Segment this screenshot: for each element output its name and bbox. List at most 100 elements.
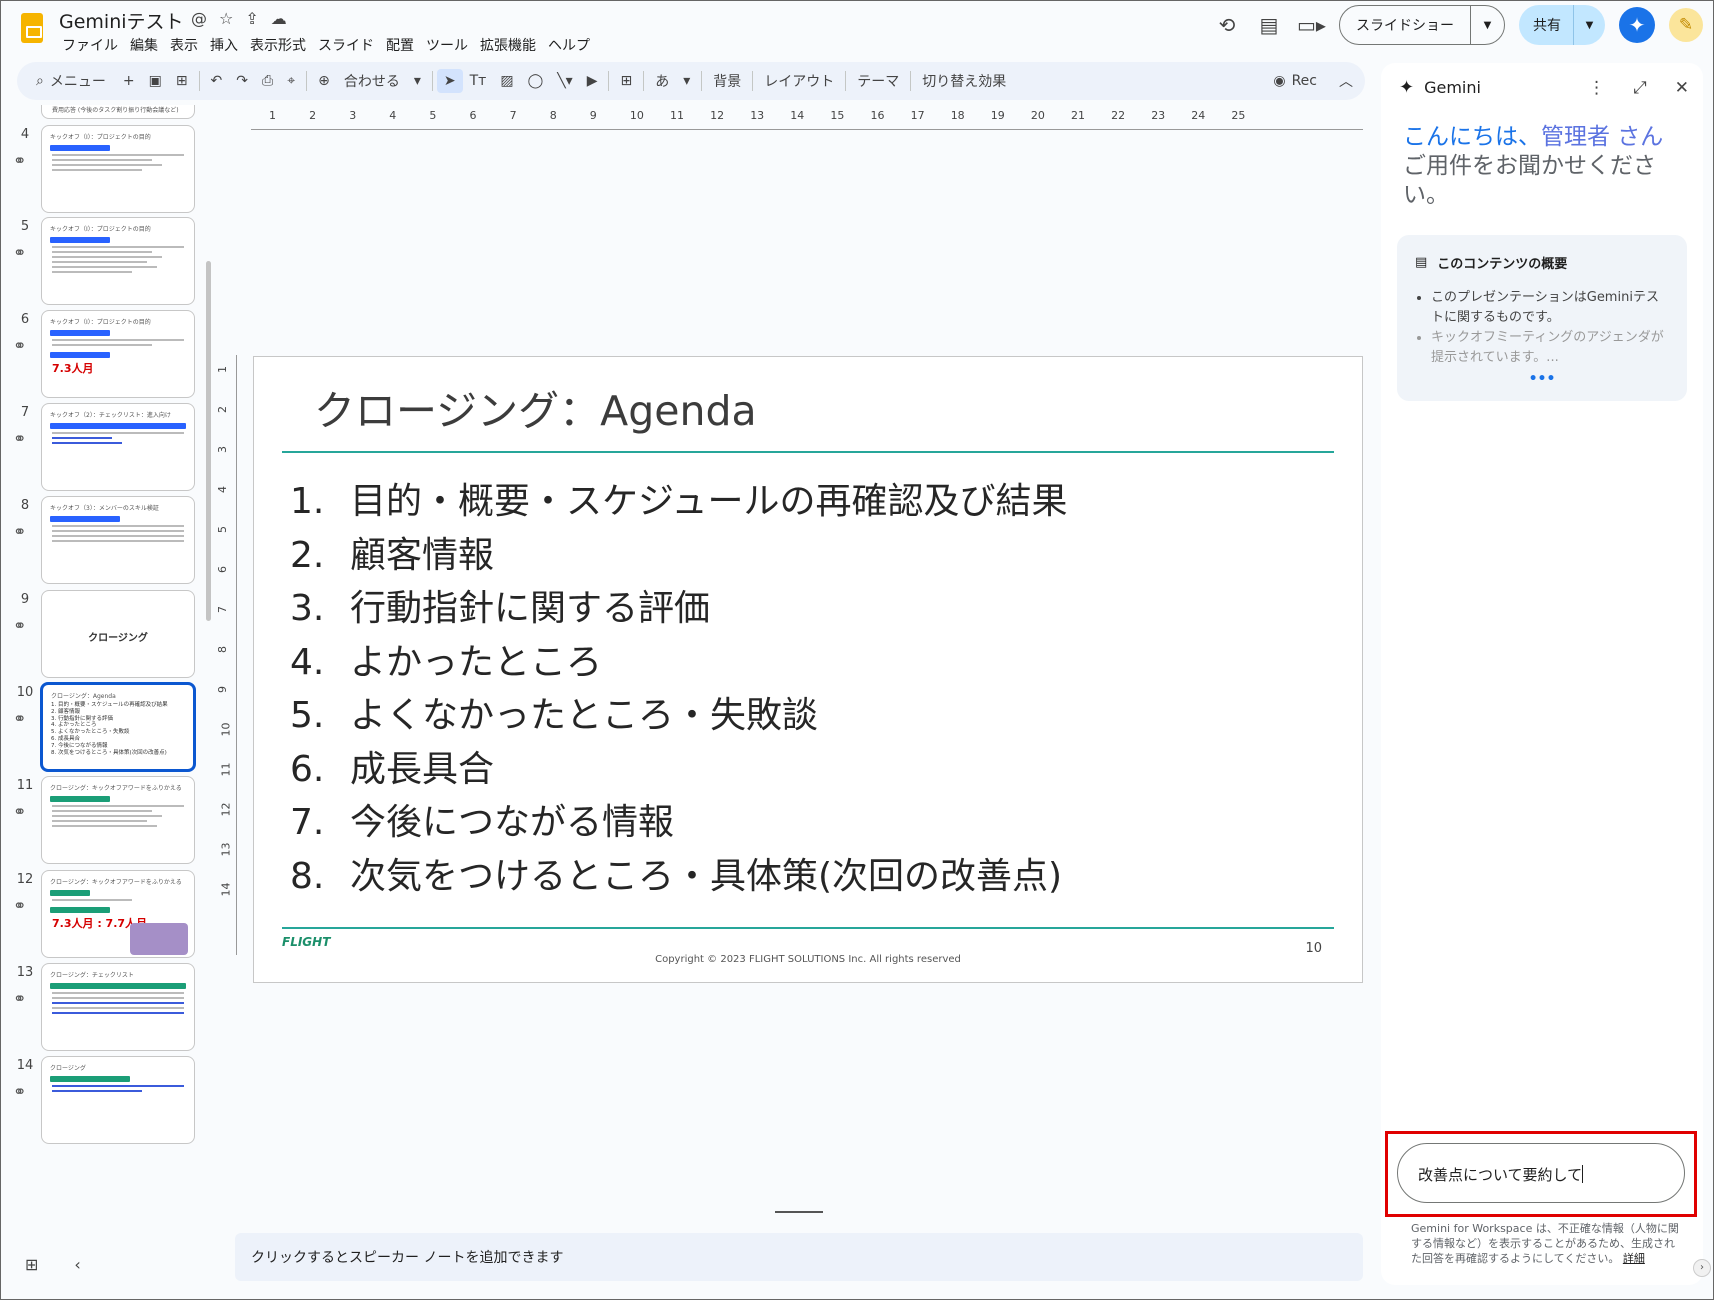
zoom-icon[interactable]: ⊕: [311, 73, 337, 89]
slide-row-13: 13 ⚭ クロージング：チェックリスト: [1, 963, 211, 1055]
thumb-title: クロージング: [88, 633, 148, 644]
more-options-icon[interactable]: ⋮: [1588, 78, 1605, 98]
rec-button[interactable]: ◉ Rec: [1273, 73, 1317, 89]
paint-format-icon[interactable]: ⌖: [280, 73, 302, 89]
summary-list: このプレゼンテーションはGeminiテストに関するものです。 キックオフミーティ…: [1415, 288, 1669, 368]
star-icon[interactable]: ☆: [219, 9, 233, 28]
menu-extensions[interactable]: 拡張機能: [477, 35, 545, 55]
slide-thumbnail[interactable]: クロージング：チェックリスト: [41, 963, 195, 1051]
content-summary-card[interactable]: ▤ このコンテンツの概要 このプレゼンテーションはGeminiテストに関するもの…: [1397, 235, 1687, 401]
summary-more-button[interactable]: •••: [1397, 371, 1687, 387]
slide-title[interactable]: クロージング：Agenda: [314, 377, 757, 437]
slide-number: 7: [20, 405, 30, 420]
text-box-icon[interactable]: Tт: [463, 73, 494, 89]
history-icon[interactable]: ⟲: [1213, 13, 1241, 37]
slide-thumbnail[interactable]: キックオフ（I）：プロジェクトの目的: [41, 125, 195, 213]
menu-arrange[interactable]: 配置: [383, 35, 423, 55]
print-icon[interactable]: ⎙: [255, 73, 280, 89]
slideshow-button[interactable]: スライドショー ▼: [1339, 5, 1505, 45]
agenda-item: 2. 顧客情報: [290, 529, 1067, 583]
agenda-item: 6. 成長具合: [290, 743, 1067, 797]
cloud-status-icon[interactable]: ☁: [271, 9, 287, 28]
divider: [431, 71, 433, 91]
slides-logo[interactable]: [21, 13, 43, 43]
share-label: 共有: [1533, 18, 1561, 34]
summary-item: このプレゼンテーションはGeminiテストに関するものです。: [1431, 288, 1669, 328]
slide-thumbnail[interactable]: キックオフ（I）：プロジェクトの目的 7.3人月: [41, 310, 195, 398]
redo-icon[interactable]: ↷: [229, 73, 255, 89]
slide-thumbnail[interactable]: クロージング：キックオフアワードをふりかえる: [41, 776, 195, 864]
expand-icon[interactable]: ⤢: [1633, 78, 1647, 98]
shape-icon[interactable]: ◯: [521, 73, 551, 89]
collapse-filmstrip-icon[interactable]: ‹: [74, 1255, 80, 1274]
agenda-item: 8. 次気をつけるところ・具体策(次回の改善点): [290, 850, 1067, 904]
divider: [845, 71, 847, 91]
menu-insert[interactable]: 挿入: [207, 35, 247, 55]
menu-help[interactable]: ヘルプ: [545, 35, 599, 55]
insert-image-icon[interactable]: ⊞: [169, 73, 195, 89]
slide-thumbnail[interactable]: キックオフ（I）：プロジェクトの目的: [41, 217, 195, 305]
filmstrip-scrollbar[interactable]: [206, 261, 211, 621]
chevron-down-icon[interactable]: ▾: [407, 73, 428, 89]
zoom-select[interactable]: 合わせる: [337, 71, 407, 91]
disclaimer-details-link[interactable]: 詳細: [1623, 1252, 1645, 1265]
undo-icon[interactable]: ↶: [204, 73, 230, 89]
layout-button[interactable]: レイアウト: [757, 71, 841, 91]
comment-add-icon[interactable]: ⊞: [613, 73, 639, 89]
transition-button[interactable]: 切り替え効果: [915, 71, 1013, 91]
select-cursor-icon[interactable]: ➤: [436, 69, 463, 93]
agenda-number: 6.: [290, 748, 325, 790]
input-tools-button[interactable]: あ: [648, 71, 676, 91]
share-button[interactable]: 共有 ▼: [1519, 5, 1605, 45]
theme-button[interactable]: テーマ: [850, 71, 906, 91]
slide-thumbnail[interactable]: キックオフ（2）：チェックリスト：進入向け: [41, 403, 195, 491]
vertical-ruler[interactable]: 1 2 3 4 5 6 7 8 9 10 11 12 13 14: [215, 355, 237, 955]
menu-slide[interactable]: スライド: [315, 35, 383, 55]
grid-view-icon[interactable]: ⊞: [25, 1255, 38, 1274]
slide-canvas[interactable]: クロージング：Agenda 1. 目的・概要・スケジュールの再確認及び結果 2. 顧…: [253, 356, 1363, 983]
horizontal-ruler[interactable]: 1 2 3 4 5 6 7 8 9 10 11 12 13 14 15 16 17 18 19 20 21 22 23 24 2…: [251, 109, 1363, 131]
chevron-down-icon[interactable]: ▼: [1573, 5, 1605, 45]
slide-thumbnail[interactable]: クロージング: [41, 590, 195, 678]
agenda-list[interactable]: 1. 目的・概要・スケジュールの再確認及び結果 2. 顧客情報 3. 行動指針に関する…: [290, 475, 1067, 903]
comments-icon[interactable]: ▤: [1255, 13, 1283, 37]
agenda-text: 行動指針に関する評価: [350, 588, 711, 629]
panel-scroll-arrow-icon[interactable]: ›: [1693, 1259, 1711, 1277]
mention-icon[interactable]: @: [191, 9, 207, 28]
speaker-notes[interactable]: クリックするとスピーカー ノートを追加できます: [235, 1233, 1363, 1281]
menu-file[interactable]: ファイル: [59, 35, 127, 55]
slide-row-10: 10 ⚭ クロージング：Agenda 1. 目的・概要・スケジュールの再確認及び…: [1, 682, 211, 775]
move-folder-icon[interactable]: ⇪: [245, 9, 258, 28]
menu-format[interactable]: 表示形式: [247, 35, 315, 55]
background-button[interactable]: 背景: [706, 71, 748, 91]
new-slide-icon[interactable]: +: [116, 73, 142, 89]
document-title[interactable]: Geminiテスト: [59, 7, 184, 34]
menu-edit[interactable]: 編集: [127, 35, 167, 55]
video-icon[interactable]: ▶: [580, 73, 605, 89]
thumb-header-bar: [50, 516, 120, 522]
menu-tools[interactable]: ツール: [423, 35, 477, 55]
close-icon[interactable]: ✕: [1675, 78, 1689, 98]
agenda-text: 次気をつけるところ・具体策(次回の改善点): [350, 855, 1063, 897]
avatar[interactable]: ✎: [1669, 8, 1703, 42]
gemini-prompt-input[interactable]: 改善点について要約して: [1397, 1143, 1685, 1203]
line-icon[interactable]: ╲▾: [550, 73, 579, 89]
thumb-header-bar: [50, 145, 110, 151]
slide-thumbnail[interactable]: クロージング: [41, 1056, 195, 1144]
chevron-down-icon[interactable]: ▾: [676, 73, 697, 89]
slide-layout-icon[interactable]: ▣: [142, 73, 169, 89]
slide-thumbnail-active[interactable]: クロージング：Agenda 1. 目的・概要・スケジュールの再確認及び結果 2.…: [40, 682, 196, 772]
notes-resize-handle[interactable]: [775, 1211, 823, 1213]
slide-thumbnail[interactable]: クロージング：キックオフアワードをふりかえる 7.3人月 : 7.7人月: [41, 870, 195, 958]
agenda-item: 5. よくなかったところ・失敗談: [290, 689, 1067, 743]
slide-thumbnail[interactable]: キックオフ（3）：メンバーのスキル検証: [41, 496, 195, 584]
image-icon[interactable]: ▨: [493, 73, 520, 89]
ruler-tick: 9: [589, 109, 597, 122]
ruler-tick: 17: [910, 109, 925, 122]
collapse-toolbar-icon[interactable]: ︿: [1339, 71, 1353, 91]
search-menu-button[interactable]: ⌕ メニュー: [29, 71, 116, 91]
meet-camera-icon[interactable]: ▭▸: [1297, 13, 1326, 37]
chevron-down-icon[interactable]: ▼: [1470, 6, 1504, 44]
gemini-sparkle-icon[interactable]: ✦: [1619, 7, 1655, 43]
menu-view[interactable]: 表示: [167, 35, 207, 55]
